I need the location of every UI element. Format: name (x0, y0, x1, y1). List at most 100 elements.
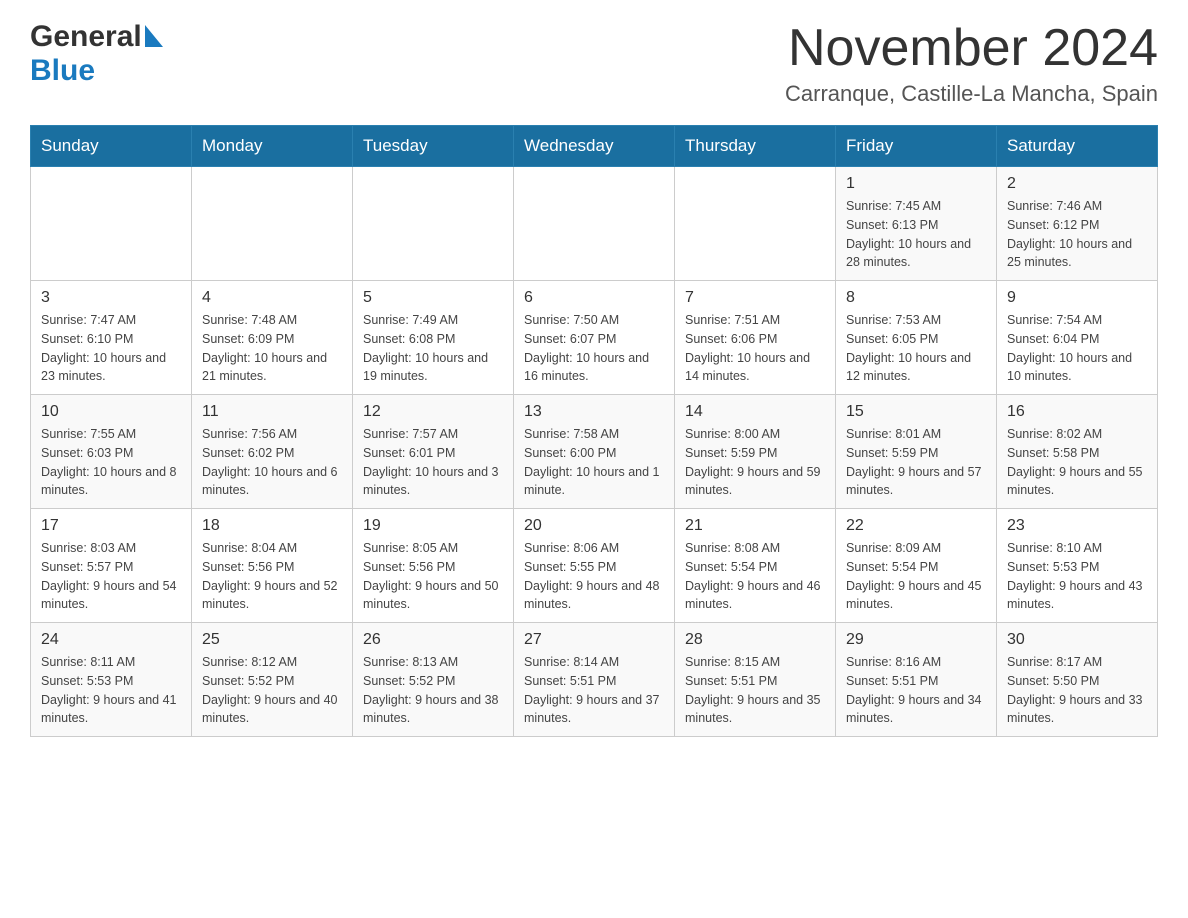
day-info: Sunrise: 8:05 AMSunset: 5:56 PMDaylight:… (363, 539, 503, 614)
day-info: Sunrise: 7:56 AMSunset: 6:02 PMDaylight:… (202, 425, 342, 500)
calendar-week-row: 24 Sunrise: 8:11 AMSunset: 5:53 PMDayligh… (31, 623, 1158, 737)
day-info: Sunrise: 7:46 AMSunset: 6:12 PMDaylight:… (1007, 197, 1147, 272)
col-wednesday: Wednesday (514, 126, 675, 167)
calendar-cell: 12 Sunrise: 7:57 AMSunset: 6:01 PMDayligh… (353, 395, 514, 509)
calendar-cell (31, 167, 192, 281)
page-title: November 2024 (785, 20, 1158, 77)
day-info: Sunrise: 8:17 AMSunset: 5:50 PMDaylight:… (1007, 653, 1147, 728)
day-number: 19 (363, 517, 503, 535)
col-saturday: Saturday (997, 126, 1158, 167)
day-info: Sunrise: 7:51 AMSunset: 6:06 PMDaylight:… (685, 311, 825, 386)
calendar-cell: 9 Sunrise: 7:54 AMSunset: 6:04 PMDaylight… (997, 281, 1158, 395)
day-info: Sunrise: 8:13 AMSunset: 5:52 PMDaylight:… (363, 653, 503, 728)
day-number: 11 (202, 403, 342, 421)
day-number: 5 (363, 289, 503, 307)
calendar-cell: 20 Sunrise: 8:06 AMSunset: 5:55 PMDayligh… (514, 509, 675, 623)
calendar-cell: 2 Sunrise: 7:46 AMSunset: 6:12 PMDaylight… (997, 167, 1158, 281)
day-number: 12 (363, 403, 503, 421)
calendar-week-row: 10Sunrise: 7:55 AMSunset: 6:03 PMDayligh… (31, 395, 1158, 509)
day-number: 30 (1007, 631, 1147, 649)
day-number: 8 (846, 289, 986, 307)
calendar-cell: 13Sunrise: 7:58 AMSunset: 6:00 PMDayligh… (514, 395, 675, 509)
col-thursday: Thursday (675, 126, 836, 167)
day-info: Sunrise: 8:08 AMSunset: 5:54 PMDaylight:… (685, 539, 825, 614)
day-info: Sunrise: 8:09 AMSunset: 5:54 PMDaylight:… (846, 539, 986, 614)
day-number: 6 (524, 289, 664, 307)
day-number: 2 (1007, 175, 1147, 193)
day-number: 14 (685, 403, 825, 421)
day-number: 23 (1007, 517, 1147, 535)
day-info: Sunrise: 7:55 AMSunset: 6:03 PMDaylight:… (41, 425, 181, 500)
day-info: Sunrise: 7:45 AMSunset: 6:13 PMDaylight:… (846, 197, 986, 272)
day-info: Sunrise: 8:14 AMSunset: 5:51 PMDaylight:… (524, 653, 664, 728)
day-number: 24 (41, 631, 181, 649)
calendar-cell: 17Sunrise: 8:03 AMSunset: 5:57 PMDayligh… (31, 509, 192, 623)
day-number: 4 (202, 289, 342, 307)
calendar-cell: 8 Sunrise: 7:53 AMSunset: 6:05 PMDaylight… (836, 281, 997, 395)
calendar-cell: 14 Sunrise: 8:00 AMSunset: 5:59 PMDayligh… (675, 395, 836, 509)
col-sunday: Sunday (31, 126, 192, 167)
day-number: 20 (524, 517, 664, 535)
day-info: Sunrise: 7:47 AMSunset: 6:10 PMDaylight:… (41, 311, 181, 386)
day-info: Sunrise: 7:49 AMSunset: 6:08 PMDaylight:… (363, 311, 503, 386)
calendar-cell (675, 167, 836, 281)
day-number: 29 (846, 631, 986, 649)
logo: General Blue (30, 20, 163, 88)
calendar-cell: 27 Sunrise: 8:14 AMSunset: 5:51 PMDayligh… (514, 623, 675, 737)
title-block: November 2024 Carranque, Castille-La Man… (785, 20, 1158, 107)
calendar-cell (353, 167, 514, 281)
calendar-table: Sunday Monday Tuesday Wednesday Thursday… (30, 125, 1158, 737)
day-info: Sunrise: 8:00 AMSunset: 5:59 PMDaylight:… (685, 425, 825, 500)
calendar-cell: 28Sunrise: 8:15 AMSunset: 5:51 PMDayligh… (675, 623, 836, 737)
day-number: 25 (202, 631, 342, 649)
calendar-cell: 21 Sunrise: 8:08 AMSunset: 5:54 PMDayligh… (675, 509, 836, 623)
day-number: 28 (685, 631, 825, 649)
calendar-cell: 22 Sunrise: 8:09 AMSunset: 5:54 PMDayligh… (836, 509, 997, 623)
day-info: Sunrise: 7:57 AMSunset: 6:01 PMDaylight:… (363, 425, 503, 500)
day-number: 9 (1007, 289, 1147, 307)
day-info: Sunrise: 8:03 AMSunset: 5:57 PMDaylight:… (41, 539, 181, 614)
day-number: 13 (524, 403, 664, 421)
calendar-cell: 29Sunrise: 8:16 AMSunset: 5:51 PMDayligh… (836, 623, 997, 737)
logo-general-text: General (30, 20, 142, 54)
day-info: Sunrise: 8:10 AMSunset: 5:53 PMDaylight:… (1007, 539, 1147, 614)
day-info: Sunrise: 8:06 AMSunset: 5:55 PMDaylight:… (524, 539, 664, 614)
day-info: Sunrise: 8:11 AMSunset: 5:53 PMDaylight:… (41, 653, 181, 728)
col-monday: Monday (192, 126, 353, 167)
calendar-cell: 16Sunrise: 8:02 AMSunset: 5:58 PMDayligh… (997, 395, 1158, 509)
calendar-cell: 4Sunrise: 7:48 AMSunset: 6:09 PMDaylight… (192, 281, 353, 395)
day-info: Sunrise: 8:12 AMSunset: 5:52 PMDaylight:… (202, 653, 342, 728)
day-info: Sunrise: 7:54 AMSunset: 6:04 PMDaylight:… (1007, 311, 1147, 386)
day-info: Sunrise: 7:50 AMSunset: 6:07 PMDaylight:… (524, 311, 664, 386)
page-subtitle: Carranque, Castille-La Mancha, Spain (785, 81, 1158, 107)
calendar-header-row: Sunday Monday Tuesday Wednesday Thursday… (31, 126, 1158, 167)
logo-blue-text: Blue (30, 54, 95, 87)
day-number: 27 (524, 631, 664, 649)
day-number: 3 (41, 289, 181, 307)
day-number: 7 (685, 289, 825, 307)
day-number: 21 (685, 517, 825, 535)
day-info: Sunrise: 7:53 AMSunset: 6:05 PMDaylight:… (846, 311, 986, 386)
calendar-cell: 25 Sunrise: 8:12 AMSunset: 5:52 PMDayligh… (192, 623, 353, 737)
calendar-cell: 3 Sunrise: 7:47 AMSunset: 6:10 PMDaylight… (31, 281, 192, 395)
calendar-cell: 30 Sunrise: 8:17 AMSunset: 5:50 PMDayligh… (997, 623, 1158, 737)
calendar-week-row: 3 Sunrise: 7:47 AMSunset: 6:10 PMDaylight… (31, 281, 1158, 395)
day-number: 18 (202, 517, 342, 535)
day-number: 1 (846, 175, 986, 193)
day-number: 16 (1007, 403, 1147, 421)
calendar-cell: 24 Sunrise: 8:11 AMSunset: 5:53 PMDayligh… (31, 623, 192, 737)
calendar-cell: 10Sunrise: 7:55 AMSunset: 6:03 PMDayligh… (31, 395, 192, 509)
logo-triangle-icon (145, 25, 163, 52)
calendar-cell: 23 Sunrise: 8:10 AMSunset: 5:53 PMDayligh… (997, 509, 1158, 623)
calendar-cell: 1 Sunrise: 7:45 AMSunset: 6:13 PMDaylight… (836, 167, 997, 281)
calendar-cell: 6 Sunrise: 7:50 AMSunset: 6:07 PMDaylight… (514, 281, 675, 395)
calendar-cell: 26Sunrise: 8:13 AMSunset: 5:52 PMDayligh… (353, 623, 514, 737)
col-friday: Friday (836, 126, 997, 167)
day-info: Sunrise: 8:04 AMSunset: 5:56 PMDaylight:… (202, 539, 342, 614)
calendar-cell: 7 Sunrise: 7:51 AMSunset: 6:06 PMDaylight… (675, 281, 836, 395)
day-number: 22 (846, 517, 986, 535)
calendar-cell: 18 Sunrise: 8:04 AMSunset: 5:56 PMDayligh… (192, 509, 353, 623)
calendar-cell: 11 Sunrise: 7:56 AMSunset: 6:02 PMDayligh… (192, 395, 353, 509)
calendar-cell (192, 167, 353, 281)
calendar-cell (514, 167, 675, 281)
